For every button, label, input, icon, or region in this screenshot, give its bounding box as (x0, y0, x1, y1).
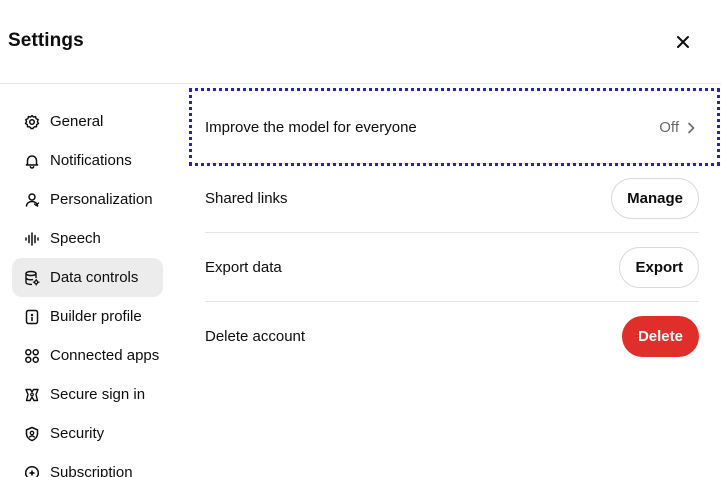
bell-icon (24, 153, 40, 169)
export-button[interactable]: Export (619, 246, 699, 288)
shared-links-label: Shared links (205, 189, 288, 207)
sidebar-item-label: Security (50, 425, 105, 442)
improve-model-value: Off (659, 119, 679, 136)
sidebar-item-personalization[interactable]: Personalization (12, 180, 163, 219)
person-icon (24, 192, 40, 208)
key-icon (24, 387, 40, 403)
sidebar-item-label: Builder profile (50, 308, 142, 325)
sidebar-item-subscription[interactable]: Subscription (12, 453, 163, 477)
sidebar-item-label: Personalization (50, 191, 153, 208)
delete-button[interactable]: Delete (621, 315, 699, 357)
sidebar-item-security[interactable]: Security (12, 414, 163, 453)
settings-sidebar: General Notifications Personalization Sp… (12, 102, 163, 477)
chevron-right-icon (688, 122, 695, 133)
improve-model-status[interactable]: Off (659, 119, 695, 136)
sidebar-item-label: Speech (50, 230, 101, 247)
sidebar-item-general[interactable]: General (12, 102, 163, 141)
close-button[interactable] (669, 28, 697, 56)
delete-account-row: Delete account Delete (205, 301, 699, 370)
sidebar-item-label: Data controls (50, 269, 139, 286)
sidebar-item-label: Notifications (50, 152, 132, 169)
gear-icon (24, 114, 40, 130)
close-icon (677, 36, 689, 48)
sidebar-item-notifications[interactable]: Notifications (12, 141, 163, 180)
database-icon (24, 270, 40, 286)
sidebar-item-label: Connected apps (50, 347, 160, 364)
sidebar-item-secure-sign-in[interactable]: Secure sign in (12, 375, 163, 414)
export-data-label: Export data (205, 258, 282, 276)
manage-button[interactable]: Manage (611, 177, 699, 219)
delete-account-label: Delete account (205, 327, 306, 345)
sidebar-item-builder-profile[interactable]: Builder profile (12, 297, 163, 336)
settings-header: Settings (0, 0, 721, 84)
page-title: Settings (8, 30, 84, 51)
improve-model-row[interactable]: Improve the model for everyone Off (205, 92, 699, 163)
export-data-row: Export data Export (205, 232, 699, 301)
data-controls-panel: Improve the model for everyone Off Share… (205, 92, 699, 370)
sidebar-item-label: Secure sign in (50, 386, 146, 403)
sidebar-item-connected-apps[interactable]: Connected apps (12, 336, 163, 375)
id-card-icon (24, 309, 40, 325)
sidebar-item-label: General (50, 113, 104, 130)
shield-icon (24, 426, 40, 442)
waveform-icon (24, 231, 40, 247)
improve-model-label: Improve the model for everyone (205, 119, 417, 136)
apps-icon (24, 348, 40, 364)
sidebar-item-label: Subscription (50, 464, 133, 477)
sidebar-item-speech[interactable]: Speech (12, 219, 163, 258)
sidebar-item-data-controls[interactable]: Data controls (12, 258, 163, 297)
shared-links-row: Shared links Manage (205, 163, 699, 232)
plus-circle-icon (24, 465, 40, 477)
